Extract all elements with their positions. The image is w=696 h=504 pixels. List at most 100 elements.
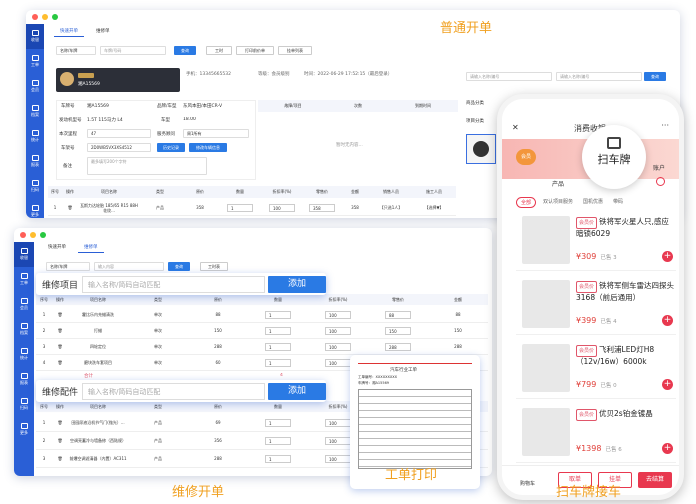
discount-input[interactable]: 100 [325, 358, 351, 367]
discount-input[interactable]: 100 [325, 436, 351, 445]
close-dot[interactable] [20, 232, 26, 238]
sidebar-item-more[interactable]: 更多 [14, 417, 34, 442]
sidebar-item-archive[interactable]: 档案 [26, 99, 44, 124]
sidebar-item-member[interactable]: 会员 [26, 74, 44, 99]
goods-search-input-2[interactable]: 请输入名称/编号 [556, 72, 642, 81]
more-icon[interactable]: ··· [661, 121, 669, 130]
qty-input[interactable]: 1 [265, 418, 291, 427]
checkout-button[interactable]: 去结算 [638, 472, 672, 488]
tab-quick-order[interactable]: 快速开单 [42, 242, 72, 253]
advisor-select[interactable]: 周1所有 [183, 129, 249, 138]
sidebar-item-scan[interactable]: 扫码 [14, 392, 34, 417]
tab-product[interactable]: 产品 [552, 179, 564, 188]
filter-select[interactable]: 名称/车牌 [56, 46, 96, 55]
delete-icon[interactable]: 🗑 [52, 312, 68, 317]
sidebar-item-order[interactable]: 工单 [26, 49, 44, 74]
chip-all[interactable]: 全部 [516, 197, 537, 208]
product-item[interactable]: 会员价 优贝2s铂金镀晶 ¥1398 已售 6 + [516, 403, 676, 463]
vin-input[interactable]: 2D0WB5VX3XS4512 [87, 143, 151, 152]
print-quote-button[interactable]: 打印前价单 [236, 46, 274, 55]
qty-input[interactable]: 1 [265, 342, 291, 351]
qty-input[interactable]: 1 [265, 326, 291, 335]
add-repair-item-button[interactable]: 添加 [268, 275, 326, 293]
qty-input[interactable]: 1 [265, 310, 291, 319]
sidebar-item-stats[interactable]: 统计 [14, 342, 34, 367]
minimize-dot[interactable] [42, 14, 48, 20]
sidebar-item-report[interactable]: 报表 [26, 149, 44, 174]
qty-input[interactable]: 1 [265, 436, 291, 445]
discount-input[interactable]: 100 [325, 418, 351, 427]
scan-plate-button[interactable]: 扫车牌 [582, 125, 646, 189]
delete-icon[interactable]: 🗑 [52, 344, 68, 349]
chip-code[interactable]: 带码 [610, 197, 626, 208]
add-to-cart-icon[interactable]: + [662, 315, 673, 326]
sidebar-item-more[interactable]: 更多 [26, 199, 44, 218]
discount-input[interactable]: 100 [325, 342, 351, 351]
sidebar-item-scan[interactable]: 扫码 [26, 174, 44, 199]
discount-input[interactable]: 100 [269, 203, 295, 212]
product-thumbnail[interactable] [466, 134, 496, 164]
discount-input[interactable]: 100 [325, 454, 351, 463]
sidebar-item-cashier[interactable]: 收银 [26, 24, 44, 49]
product-item[interactable]: 会员价 飞利浦LED灯H8（12v/16w）6000k ¥799 已售 0 + [516, 339, 676, 399]
tab-repair[interactable]: 维修单 [78, 242, 104, 253]
labor-table-button[interactable]: 工时表 [200, 262, 228, 271]
maximize-dot[interactable] [52, 14, 58, 20]
edit-vehicle-button[interactable]: 修改车辆信息 [189, 143, 227, 152]
close-dot[interactable] [32, 14, 38, 20]
repair-item-input[interactable]: 输入名称/简码自动匹配 [82, 275, 265, 293]
discount-input[interactable]: 100 [325, 326, 351, 335]
minimize-dot[interactable] [30, 232, 36, 238]
goods-search-input[interactable]: 请输入名称/编号 [466, 72, 552, 81]
remark-input[interactable]: 最多填写200个字符 [87, 157, 207, 175]
unit-price-input[interactable]: 88 [385, 310, 411, 319]
maximize-dot[interactable] [40, 232, 46, 238]
unit-price-input[interactable]: 150 [385, 326, 411, 335]
delete-icon[interactable]: 🗑 [52, 360, 68, 365]
goods-query-button[interactable]: 查询 [644, 72, 666, 81]
add-to-cart-icon[interactable]: + [662, 443, 673, 454]
product-item[interactable]: 会员价 铁将军火星人只,感应暗锁6029 ¥309 已售 3 + [516, 211, 676, 271]
cell-price: 358 [196, 205, 204, 210]
history-button[interactable]: 历史记录 [157, 143, 185, 152]
search-input[interactable]: 车牌/号码 [100, 46, 166, 55]
search-input[interactable]: 输入内容 [94, 262, 164, 271]
chip-project[interactable]: 双认项目服务 [540, 197, 576, 208]
query-button[interactable]: 查询 [168, 262, 190, 271]
add-to-cart-icon[interactable]: + [662, 379, 673, 390]
repair-part-input[interactable]: 输入名称/简码自动匹配 [82, 382, 265, 400]
delete-icon[interactable]: 🗑 [52, 456, 68, 461]
filter-select[interactable]: 名称/车牌 [46, 262, 90, 271]
sidebar-item-report[interactable]: 报表 [14, 367, 34, 392]
discount-input[interactable]: 100 [325, 310, 351, 319]
qty-input[interactable]: 1 [265, 454, 291, 463]
query-button[interactable]: 查询 [174, 46, 196, 55]
delete-icon[interactable]: 🗑 [52, 420, 68, 425]
hold-list-button[interactable]: 挂单列表 [278, 46, 312, 55]
delete-icon[interactable]: 🗑 [52, 438, 68, 443]
mileage-input[interactable]: 47 [87, 129, 151, 138]
unit-price-input[interactable]: 358 [309, 203, 335, 212]
chip-promo[interactable]: 国机优惠 [580, 197, 606, 208]
tab-repair[interactable]: 维修单 [90, 26, 116, 37]
sidebar-item-order[interactable]: 工单 [14, 267, 34, 292]
delete-icon[interactable]: 🗑 [62, 205, 78, 210]
worker-select[interactable]: 【选择▼】 [412, 205, 456, 211]
search-icon[interactable] [656, 177, 665, 186]
sidebar-item-stats[interactable]: 统计 [26, 124, 44, 149]
add-to-cart-icon[interactable]: + [662, 251, 673, 262]
sidebar-item-archive[interactable]: 档案 [14, 317, 34, 342]
close-icon[interactable]: ✕ [512, 123, 519, 132]
qty-input[interactable]: 1 [227, 203, 253, 212]
labor-button[interactable]: 工时 [206, 46, 232, 55]
unit-price-input[interactable]: 288 [385, 342, 411, 351]
sidebar-item-cashier[interactable]: 收银 [14, 242, 34, 267]
sidebar-item-member[interactable]: 会员 [14, 292, 34, 317]
add-repair-part-button[interactable]: 添加 [268, 382, 326, 400]
cart-button[interactable]: 购物车 [520, 480, 535, 487]
delete-icon[interactable]: 🗑 [52, 328, 68, 333]
sales-select[interactable]: 【只选1人】 [370, 205, 412, 211]
qty-input[interactable]: 1 [265, 358, 291, 367]
tab-quick-order[interactable]: 快速开单 [54, 26, 84, 37]
product-item[interactable]: 会员价 铁将军侧车雷达四探头3168（前后通用） ¥399 已售 4 + [516, 275, 676, 335]
